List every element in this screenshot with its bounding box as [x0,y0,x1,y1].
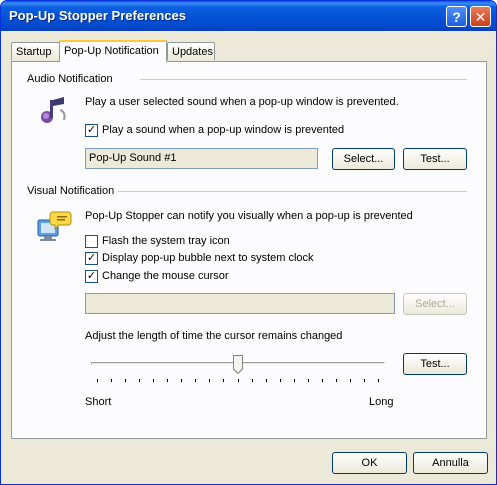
slider-tick [223,379,224,382]
title-bar[interactable]: Pop-Up Stopper Preferences ? ✕ [1,1,496,31]
slider-tick [209,379,210,382]
flash-tray-label: Flash the system tray icon [102,235,230,247]
ok-button[interactable]: OK [332,452,407,474]
duration-slider-thumb[interactable] [233,355,243,374]
test-cursor-button[interactable]: Test... [403,353,467,375]
audio-description: Play a user selected sound when a pop-up… [85,96,399,108]
preferences-window: Pop-Up Stopper Preferences ? ✕ Startup P… [0,0,497,485]
slider-tick [125,379,126,382]
checkmark-icon: ✓ [86,252,97,264]
slider-tick [294,379,295,382]
monitor-bubble-icon [37,211,72,241]
close-button[interactable]: ✕ [470,6,491,27]
flash-tray-checkbox[interactable] [85,235,98,248]
change-cursor-label: Change the mouse cursor [102,270,229,282]
window-title: Pop-Up Stopper Preferences [9,8,186,23]
slider-tick [350,379,351,382]
audio-group-divider [140,79,467,80]
slider-tick [111,379,112,382]
popup-bubble-label: Display pop-up bubble next to system clo… [102,252,314,264]
slider-tick [336,379,337,382]
play-sound-checkbox[interactable]: ✓ [85,124,98,137]
slider-tick [280,379,281,382]
cancel-button[interactable]: Annulla [413,452,488,474]
cursor-file-field[interactable] [85,293,395,314]
slider-tick [139,379,140,382]
slider-tick [378,379,379,382]
sound-name-field[interactable]: Pop-Up Sound #1 [85,148,318,169]
visual-description: Pop-Up Stopper can notify you visually w… [85,210,413,222]
slider-tick [364,379,365,382]
slider-max-label: Long [369,396,394,408]
slider-tick [195,379,196,382]
tab-panel [11,61,487,439]
checkmark-icon: ✓ [86,124,97,136]
select-cursor-button[interactable]: Select... [403,293,467,315]
visual-group-divider [118,191,467,192]
popup-bubble-checkbox[interactable]: ✓ [85,252,98,265]
play-sound-label: Play a sound when a pop-up window is pre… [102,124,345,136]
select-sound-button[interactable]: Select... [332,148,395,170]
slider-tick [167,379,168,382]
tab-startup[interactable]: Startup [11,42,60,60]
slider-tick [181,379,182,382]
slider-tick [266,379,267,382]
slider-min-label: Short [85,396,112,408]
adjust-duration-label: Adjust the length of time the cursor rem… [85,330,343,342]
audio-group-label: Audio Notification [27,73,113,85]
slider-tick [308,379,309,382]
change-cursor-checkbox[interactable]: ✓ [85,270,98,283]
tab-updates[interactable]: Updates [167,42,215,60]
speaker-icon [41,97,66,123]
slider-tick [252,379,253,382]
slider-tick [238,379,239,382]
slider-tick [153,379,154,382]
help-button[interactable]: ? [446,6,467,27]
slider-tick [97,379,98,382]
tab-popup-notification[interactable]: Pop-Up Notification [59,40,167,62]
test-sound-button[interactable]: Test... [403,148,467,170]
slider-tick [322,379,323,382]
checkmark-icon: ✓ [86,270,97,282]
visual-group-label: Visual Notification [27,185,115,197]
